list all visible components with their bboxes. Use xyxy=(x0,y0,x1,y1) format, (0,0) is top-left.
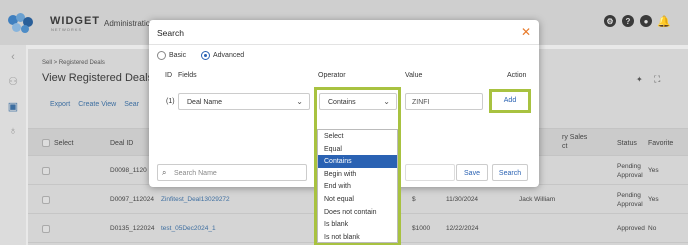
status-cell: Pending Approval xyxy=(617,192,643,208)
deals-icon[interactable]: ▣ xyxy=(6,100,20,113)
sidebar: ‹ ⚇ ▣ ♁ xyxy=(0,45,26,245)
column-operator: Operator xyxy=(318,72,346,79)
help-icon[interactable]: ? xyxy=(622,15,634,27)
select-all-checkbox[interactable] xyxy=(42,139,50,147)
basic-radio-label[interactable]: Basic xyxy=(169,52,186,59)
settings-icon[interactable]: ⚙ xyxy=(604,15,616,27)
add-button[interactable]: Add xyxy=(489,89,531,113)
header-sales: ry Sales ct xyxy=(562,134,588,150)
operator-highlight-frame xyxy=(314,87,401,245)
column-id: ID xyxy=(165,72,172,79)
row-checkbox[interactable] xyxy=(42,167,50,175)
column-fields: Fields xyxy=(178,72,197,79)
basic-radio[interactable] xyxy=(157,51,166,60)
advanced-radio-label[interactable]: Advanced xyxy=(213,52,244,59)
brand-subtitle: NETWORKS xyxy=(51,27,83,32)
field-select[interactable]: Deal Name ⌄ xyxy=(178,93,310,110)
column-value: Value xyxy=(405,72,423,79)
search-button[interactable]: Search xyxy=(492,164,528,181)
date-cell: 11/30/2024 xyxy=(446,196,479,203)
save-button[interactable]: Save xyxy=(456,164,488,181)
deal-id-cell: D0135_122024 xyxy=(110,225,155,232)
list-toolbar: Export Create View Sear xyxy=(50,101,139,108)
status-cell: Pending Approval xyxy=(617,163,643,179)
status-cell: Approved xyxy=(617,225,645,232)
pin-icon[interactable]: ✦ xyxy=(636,75,643,84)
amount-cell: $1000 xyxy=(412,225,431,232)
add-button-label: Add xyxy=(503,97,517,104)
column-action: Action xyxy=(507,72,527,79)
row-checkbox[interactable] xyxy=(42,196,50,204)
advanced-radio[interactable] xyxy=(201,51,210,60)
expand-icon[interactable]: ⛶ xyxy=(654,74,660,85)
sales-rep-cell: Jack William xyxy=(519,196,556,203)
header-select: Select xyxy=(54,140,74,147)
page-title: View Registered Deals xyxy=(42,72,154,84)
favorite-cell: Yes xyxy=(648,167,659,174)
header-deal-id[interactable]: Deal ID xyxy=(110,140,133,147)
admin-menu[interactable]: Administratio xyxy=(104,19,150,28)
brand-name: WIDGET xyxy=(50,15,100,27)
row-index: (1) xyxy=(166,98,175,105)
deal-id-cell: D0098_1120 xyxy=(110,167,147,174)
favorite-cell: Yes xyxy=(648,196,659,203)
search-icon: ⌕ xyxy=(162,168,167,177)
modal-title: Search xyxy=(157,28,184,38)
favorite-cell: No xyxy=(648,225,657,232)
value-input[interactable]: ZINFI xyxy=(405,93,483,110)
org-chart-icon[interactable]: ⚇ xyxy=(6,75,20,88)
close-icon[interactable]: ✕ xyxy=(521,25,531,39)
row-checkbox[interactable] xyxy=(42,225,50,233)
amount-cell: $ xyxy=(412,196,416,203)
header-status[interactable]: Status xyxy=(617,140,637,147)
create-view-button[interactable]: Create View xyxy=(78,101,116,108)
breadcrumb[interactable]: Sell > Registered Deals xyxy=(42,60,105,66)
user-icon[interactable]: ● xyxy=(640,15,652,27)
deal-name-link[interactable]: Zinfitest_Deal13029272 xyxy=(161,196,230,203)
date-cell: 12/22/2024 xyxy=(446,225,479,232)
deal-id-cell: D0097_112024 xyxy=(110,196,154,203)
modal-divider xyxy=(149,44,539,45)
search-name-input[interactable]: ⌕ Search Name xyxy=(157,164,307,181)
field-select-value: Deal Name xyxy=(187,99,223,106)
badge-icon[interactable]: ♁ xyxy=(6,125,20,137)
top-icon-group: ⚙ ? ● 🔔 xyxy=(604,15,671,28)
widget-logo xyxy=(8,13,38,35)
bell-icon[interactable]: 🔔 xyxy=(657,15,671,28)
chevron-down-icon: ⌄ xyxy=(296,97,303,106)
collapse-icon[interactable]: ‹ xyxy=(6,51,20,63)
search-name-placeholder: Search Name xyxy=(174,170,217,177)
search-modal: Search ✕ Basic Advanced ID Fields Operat… xyxy=(149,20,539,245)
name-input-box[interactable] xyxy=(405,164,455,181)
search-toolbar-button[interactable]: Sear xyxy=(124,101,139,108)
header-favorite[interactable]: Favorite xyxy=(648,140,673,147)
export-button[interactable]: Export xyxy=(50,101,70,108)
deal-name-link[interactable]: test_05Dec2024_1 xyxy=(161,225,216,232)
